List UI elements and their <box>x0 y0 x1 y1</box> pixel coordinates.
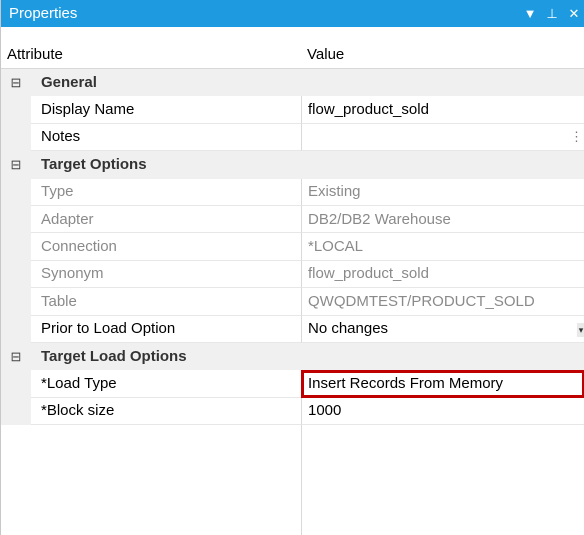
property-label: Notes <box>31 124 301 152</box>
property-value: flow_product_sold <box>301 260 584 289</box>
attribute-column-header[interactable]: Attribute <box>1 46 301 63</box>
property-row-load-type[interactable]: *Load Type Insert Records From Memory <box>1 370 584 398</box>
property-grid: ⊟ General Display Name flow_product_sold… <box>1 69 584 426</box>
chevron-down-icon[interactable]: ▼ <box>521 6 539 22</box>
block-size-value[interactable]: 1000 <box>301 397 584 426</box>
property-label: Adapter <box>31 206 301 234</box>
property-label: Display Name <box>31 96 301 124</box>
category-label: Target Load Options <box>31 342 301 371</box>
property-value: DB2/DB2 Warehouse <box>301 205 584 234</box>
property-label: Synonym <box>31 261 301 289</box>
property-label: Type <box>31 179 301 206</box>
collapse-icon[interactable]: ⊟ <box>1 151 31 179</box>
property-row-block-size[interactable]: *Block size 1000 <box>1 397 584 426</box>
more-options-icon[interactable]: ⋮ <box>570 129 583 145</box>
prior-to-load-select[interactable]: No changes <box>308 320 388 337</box>
property-row-notes[interactable]: Notes ⋮ <box>1 123 584 152</box>
dropdown-arrow-icon[interactable]: ▾ <box>577 322 584 337</box>
column-divider <box>301 425 302 535</box>
grid-header: Attribute Value <box>1 41 584 69</box>
collapse-icon[interactable]: ⊟ <box>1 69 31 97</box>
property-row-adapter[interactable]: Adapter DB2/DB2 Warehouse <box>1 205 584 234</box>
collapse-icon[interactable]: ⊟ <box>1 342 31 371</box>
panel-titlebar: Properties ▼ ⊥ ✕ <box>1 0 584 27</box>
panel-title: Properties <box>9 5 78 22</box>
category-label: Target Options <box>31 151 301 179</box>
property-value: QWQDMTEST/PRODUCT_SOLD <box>301 288 584 316</box>
property-label: Connection <box>31 233 301 261</box>
value-column-header[interactable]: Value <box>301 46 344 63</box>
property-label: *Load Type <box>31 370 301 398</box>
category-target-options[interactable]: ⊟ Target Options <box>1 151 584 179</box>
property-label: Table <box>31 288 301 316</box>
category-target-load-options[interactable]: ⊟ Target Load Options <box>1 342 584 371</box>
property-value: Existing <box>301 178 584 206</box>
pin-icon[interactable]: ⊥ <box>543 6 561 22</box>
property-label: *Block size <box>31 398 301 426</box>
property-row-synonym[interactable]: Synonym flow_product_sold <box>1 260 584 289</box>
property-value[interactable]: ⋮ <box>301 123 584 152</box>
property-row-display-name[interactable]: Display Name flow_product_sold <box>1 96 584 124</box>
load-type-value[interactable]: Insert Records From Memory <box>301 370 584 398</box>
property-row-type[interactable]: Type Existing <box>1 178 584 206</box>
category-label: General <box>31 69 301 97</box>
properties-panel: Properties ▼ ⊥ ✕ Attribute Value ⊟ Gener… <box>0 0 584 535</box>
close-icon[interactable]: ✕ <box>565 6 583 22</box>
property-row-connection[interactable]: Connection *LOCAL <box>1 233 584 261</box>
property-label: Prior to Load Option <box>31 316 301 343</box>
property-value[interactable]: flow_product_sold <box>301 96 584 124</box>
category-general[interactable]: ⊟ General <box>1 69 584 97</box>
property-row-prior-to-load-option[interactable]: Prior to Load Option No changes ▾ <box>1 315 584 343</box>
property-value[interactable]: No changes ▾ <box>301 315 584 343</box>
property-row-table[interactable]: Table QWQDMTEST/PRODUCT_SOLD <box>1 288 584 316</box>
property-value: *LOCAL <box>301 233 584 261</box>
